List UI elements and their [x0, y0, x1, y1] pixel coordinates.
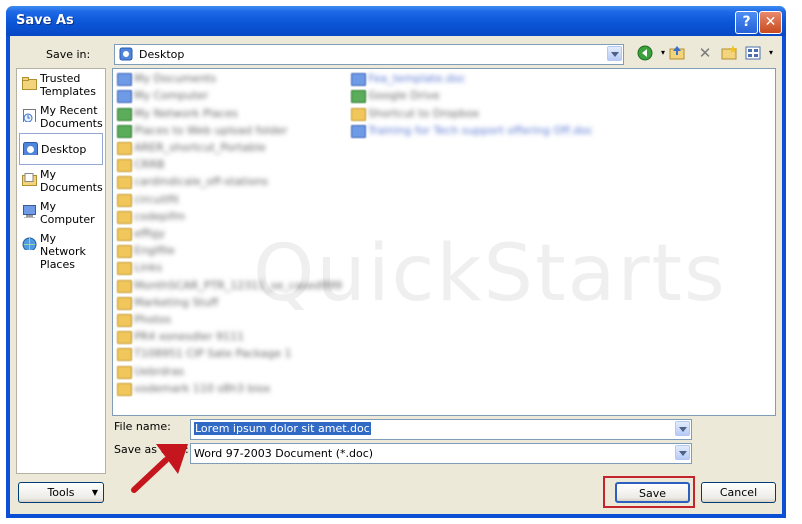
file-list[interactable]: My Documents My Computer My Network Plac… — [112, 68, 776, 416]
save-in-value: Desktop — [139, 48, 185, 61]
back-icon[interactable] — [636, 44, 654, 62]
place-desktop[interactable]: Desktop — [19, 133, 103, 165]
recent-documents-icon — [23, 109, 36, 122]
cancel-button[interactable]: Cancel — [701, 482, 776, 503]
place-label: My Computer — [40, 200, 95, 226]
close-button[interactable]: ✕ — [759, 11, 782, 34]
annotation-arrow-icon — [131, 444, 188, 493]
delete-icon[interactable]: ✕ — [696, 44, 714, 62]
place-label: My Recent Documents — [40, 104, 103, 130]
chevron-down-icon[interactable] — [675, 421, 690, 436]
place-label: My Network Places — [40, 232, 86, 271]
save-highlight-box — [603, 476, 695, 508]
title-bar[interactable]: Save As ? ✕ — [6, 6, 786, 36]
file-name-input[interactable]: Lorem ipsum dolor sit amet.doc — [190, 419, 692, 440]
place-my-network-places[interactable]: My Network Places — [19, 231, 101, 271]
save-in-dropdown[interactable]: Desktop — [114, 44, 624, 65]
watermark: QuickStarts — [253, 229, 727, 319]
place-label: My Documents — [40, 168, 103, 194]
chevron-down-icon[interactable] — [607, 46, 622, 61]
save-as-type-dropdown[interactable]: Word 97-2003 Document (*.doc) — [190, 443, 692, 464]
file-name-value: Lorem ipsum dolor sit amet.doc — [194, 422, 371, 435]
places-bar: Trusted Templates My Recent Documents De… — [16, 68, 106, 474]
folder-icon — [22, 77, 37, 90]
cancel-label: Cancel — [719, 486, 758, 499]
tools-label: Tools — [47, 486, 75, 499]
my-documents-icon — [22, 173, 37, 186]
place-my-recent-documents[interactable]: My Recent Documents — [19, 103, 103, 133]
place-trusted-templates[interactable]: Trusted Templates — [19, 71, 101, 101]
network-places-icon — [22, 237, 37, 250]
help-button[interactable]: ? — [735, 11, 758, 34]
chevron-down-icon: ▼ — [91, 488, 98, 497]
window-title: Save As — [16, 13, 74, 28]
desktop-icon — [23, 142, 38, 155]
new-folder-icon[interactable] — [720, 44, 738, 62]
save-in-label: Save in: — [46, 48, 91, 61]
views-dropdown-icon[interactable]: ▾ — [762, 44, 780, 62]
chevron-down-icon[interactable] — [675, 445, 690, 460]
place-my-computer[interactable]: My Computer — [19, 199, 101, 229]
up-one-level-icon[interactable] — [668, 44, 686, 62]
place-label: Desktop — [41, 143, 87, 156]
views-icon[interactable] — [744, 44, 762, 62]
tools-button[interactable]: Tools ▼ — [18, 482, 104, 503]
file-name-label: File name: — [114, 420, 171, 433]
save-as-type-value: Word 97-2003 Document (*.doc) — [194, 447, 374, 460]
desktop-icon — [119, 47, 133, 61]
place-label: Trusted Templates — [40, 72, 96, 98]
my-computer-icon — [23, 205, 36, 218]
place-my-documents[interactable]: My Documents — [19, 167, 103, 197]
